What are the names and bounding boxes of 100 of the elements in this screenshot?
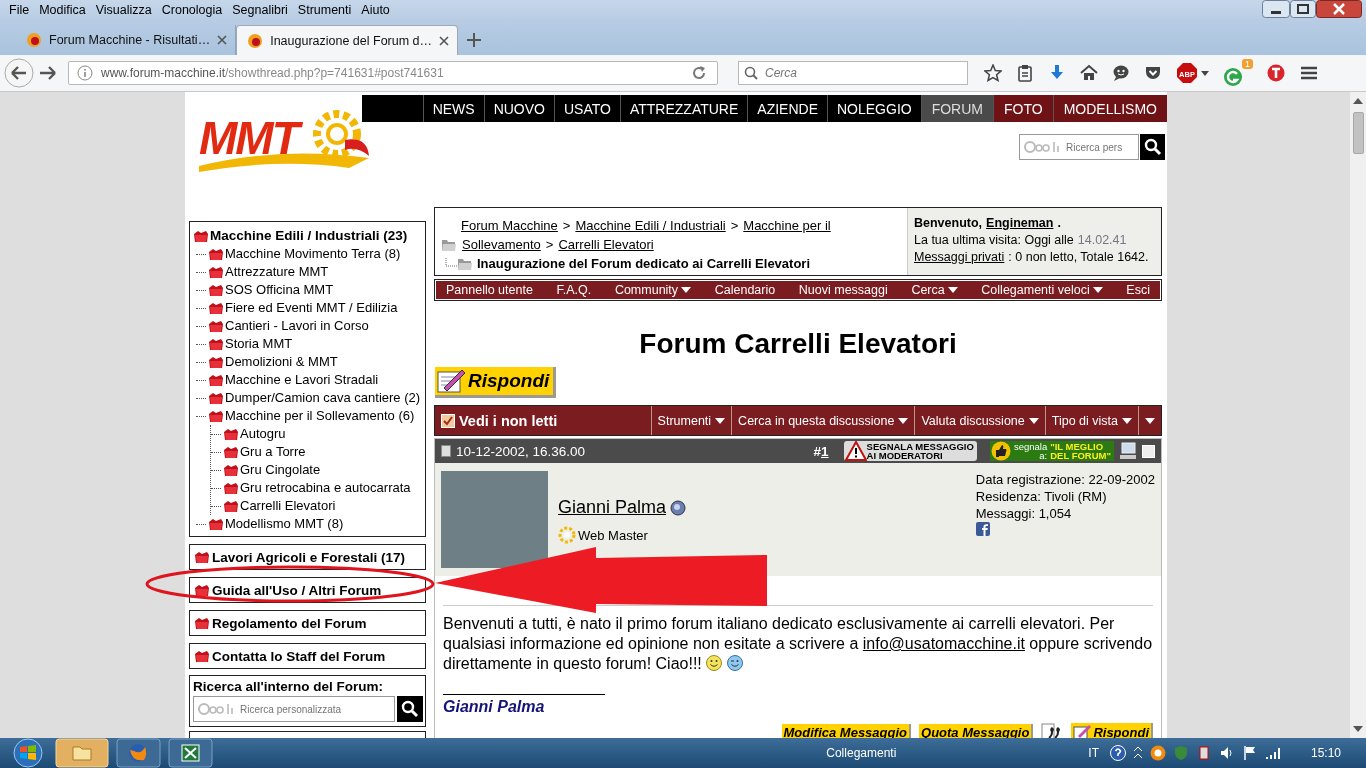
menu-item[interactable]: Visualizza <box>90 3 157 17</box>
nav-menu-item[interactable]: Nuovi messaggi <box>798 283 888 297</box>
search-field[interactable]: Cerca <box>738 61 968 85</box>
speaker-icon[interactable] <box>1219 745 1235 761</box>
pocket-icon[interactable] <box>1144 64 1162 82</box>
username-link[interactable]: Engineman <box>986 215 1054 232</box>
device-icon[interactable] <box>1196 745 1212 761</box>
toolbar-label[interactable]: Collegamenti <box>826 746 897 760</box>
best-post-button[interactable]: segnala a: "IL MEGLIO DEL FORUM" <box>989 441 1114 461</box>
nav-menu-item[interactable]: Collegamenti veloci <box>981 283 1103 297</box>
menu-icon[interactable] <box>1299 64 1319 82</box>
nav-menu-item[interactable]: Esci <box>1126 283 1150 297</box>
tray-expand-icon[interactable] <box>1133 745 1143 761</box>
shield-check-icon[interactable] <box>1173 745 1189 761</box>
subforum-link[interactable]: Macchine per il Sollevamento (6) <box>196 407 421 425</box>
star-icon[interactable] <box>984 64 1002 82</box>
subforum-link[interactable]: Fiere ed Eventi MMT / Edilizia <box>196 299 421 317</box>
nav-link[interactable]: ATTREZZATURE <box>619 95 748 122</box>
clock[interactable]: 15:10 <box>1286 746 1366 760</box>
subforum-link[interactable]: Macchine Movimento Terra (8) <box>196 245 421 263</box>
nav-link[interactable]: USATO <box>554 95 620 122</box>
logo[interactable]: MMT <box>199 106 371 172</box>
email-link[interactable]: info@usatomacchine.it <box>862 635 1025 652</box>
unread-link[interactable]: Vedi i non letti <box>435 406 651 435</box>
scrollbar[interactable] <box>1350 92 1366 738</box>
close-icon[interactable] <box>439 35 450 46</box>
home-icon[interactable] <box>1080 64 1098 82</box>
clipboard-icon[interactable] <box>1016 64 1034 82</box>
computer-icon[interactable] <box>1119 442 1137 460</box>
browser-tab[interactable]: Inaugurazione del Forum d… <box>236 25 459 55</box>
subforum-link[interactable]: Storia MMT <box>196 335 421 353</box>
chat-bubble-icon[interactable] <box>1112 64 1130 82</box>
nav-menu-item[interactable]: F.A.Q. <box>556 283 592 297</box>
private-messages-link[interactable]: Messaggi privati <box>914 249 1005 266</box>
nav-link[interactable]: NOLEGGIO <box>827 95 921 122</box>
nav-link[interactable]: NUOVO <box>483 95 554 122</box>
menu-item[interactable]: Segnalibri <box>227 3 293 17</box>
nav-link[interactable]: FORUM <box>920 95 993 122</box>
scroll-thumb[interactable] <box>1352 112 1364 154</box>
breadcrumb-link[interactable]: Carrelli Elevatori <box>558 237 654 252</box>
section-link[interactable]: Contatta lo Staff del Forum <box>189 643 426 669</box>
search-button[interactable] <box>1140 134 1165 160</box>
subforum-link[interactable]: Dumper/Camion cava cantiere (2) <box>196 389 421 407</box>
round-app-icon[interactable] <box>1150 745 1166 761</box>
nav-link[interactable]: FOTO <box>993 95 1053 122</box>
maximize-button[interactable] <box>1290 0 1316 18</box>
subforum-link[interactable]: Gru a Torre <box>211 443 421 461</box>
dropdown-menu[interactable]: Strumenti <box>650 406 732 435</box>
menu-item[interactable]: Cronologia <box>156 3 228 17</box>
section-link[interactable]: Guida all'Uso / Altri Forum <box>189 577 426 603</box>
subforum-link[interactable]: Autogru <box>211 425 421 443</box>
signal-bars-icon[interactable] <box>1265 745 1281 761</box>
folder-app-icon[interactable] <box>55 738 109 768</box>
facebook-icon[interactable] <box>975 522 990 536</box>
nav-link[interactable]: AZIENDE <box>747 95 827 122</box>
nav-link[interactable]: NEWS <box>422 95 484 122</box>
subforum-link[interactable]: SOS Officina MMT <box>196 281 421 299</box>
subforum-link[interactable]: Modellismo MMT (8) <box>196 515 421 533</box>
post-number-link[interactable]: 1 <box>821 443 829 459</box>
search-field[interactable]: Ricerca personalizzata <box>193 696 395 722</box>
author-link[interactable]: Gianni Palma <box>558 497 667 518</box>
subforum-link[interactable]: Attrezzature MMT <box>196 263 421 281</box>
breadcrumb-link[interactable]: Macchine per il <box>743 218 831 233</box>
back-button[interactable] <box>4 58 34 88</box>
subforum-link[interactable]: Cantieri - Lavori in Corso <box>196 317 421 335</box>
flag-icon[interactable] <box>1242 745 1258 761</box>
subforum-link[interactable]: Gru Cingolate <box>211 461 421 479</box>
shield-icon[interactable] <box>1267 64 1285 82</box>
search-button[interactable] <box>397 696 423 722</box>
spreadsheet-app-icon[interactable] <box>168 738 213 768</box>
close-icon[interactable] <box>217 35 228 45</box>
subforum-link[interactable]: Gru retrocabina e autocarrata <box>211 479 421 497</box>
section-link[interactable]: Regolamento del Forum <box>189 610 426 636</box>
nav-menu-item[interactable]: Cerca <box>911 283 958 297</box>
breadcrumb-link[interactable]: Macchine Edili / Industriali <box>575 218 726 233</box>
nav-link[interactable]: MODELLISMO <box>1052 95 1167 122</box>
search-field[interactable]: Ricerca pers <box>1019 134 1139 160</box>
nav-menu-item[interactable]: Community <box>614 283 692 297</box>
select-checkbox[interactable] <box>1142 444 1155 458</box>
subforum-link[interactable]: Demolizioni & MMT <box>196 353 421 371</box>
menu-item[interactable]: File <box>4 3 35 17</box>
breadcrumb-link[interactable]: Sollevamento <box>462 237 541 252</box>
breadcrumb-link[interactable]: Forum Macchine <box>461 218 558 233</box>
help-icon[interactable] <box>1110 745 1126 761</box>
nav-menu-item[interactable]: Pannello utente <box>446 283 533 297</box>
subforum-link[interactable]: Macchine e Lavori Stradali <box>196 371 421 389</box>
reload-icon[interactable] <box>691 65 707 81</box>
address-field[interactable]: www.forum-macchine.it/showthread.php?p=741631#post741631 <box>68 61 718 85</box>
reply-button[interactable]: Rispondi <box>435 367 557 398</box>
section-link[interactable]: Lavori Agricoli e Forestali (17) <box>189 544 426 570</box>
language-indicator[interactable]: IT <box>1088 746 1099 760</box>
report-button[interactable]: SEGNALA MESSAGGIO AI MODERATORI <box>843 441 977 461</box>
category-link[interactable]: Macchine Edili / Industriali (23) <box>193 227 421 245</box>
minimize-button[interactable] <box>1262 0 1290 18</box>
close-button[interactable] <box>1316 0 1362 18</box>
menu-item[interactable]: Aiuto <box>356 3 395 17</box>
dropdown-menu[interactable]: Cerca in questa discussione <box>731 406 915 435</box>
browser-app-icon[interactable] <box>116 738 161 768</box>
subforum-link[interactable]: Carrelli Elevatori <box>211 497 421 515</box>
dropdown-menu[interactable]: Valuta discussione <box>914 406 1045 435</box>
